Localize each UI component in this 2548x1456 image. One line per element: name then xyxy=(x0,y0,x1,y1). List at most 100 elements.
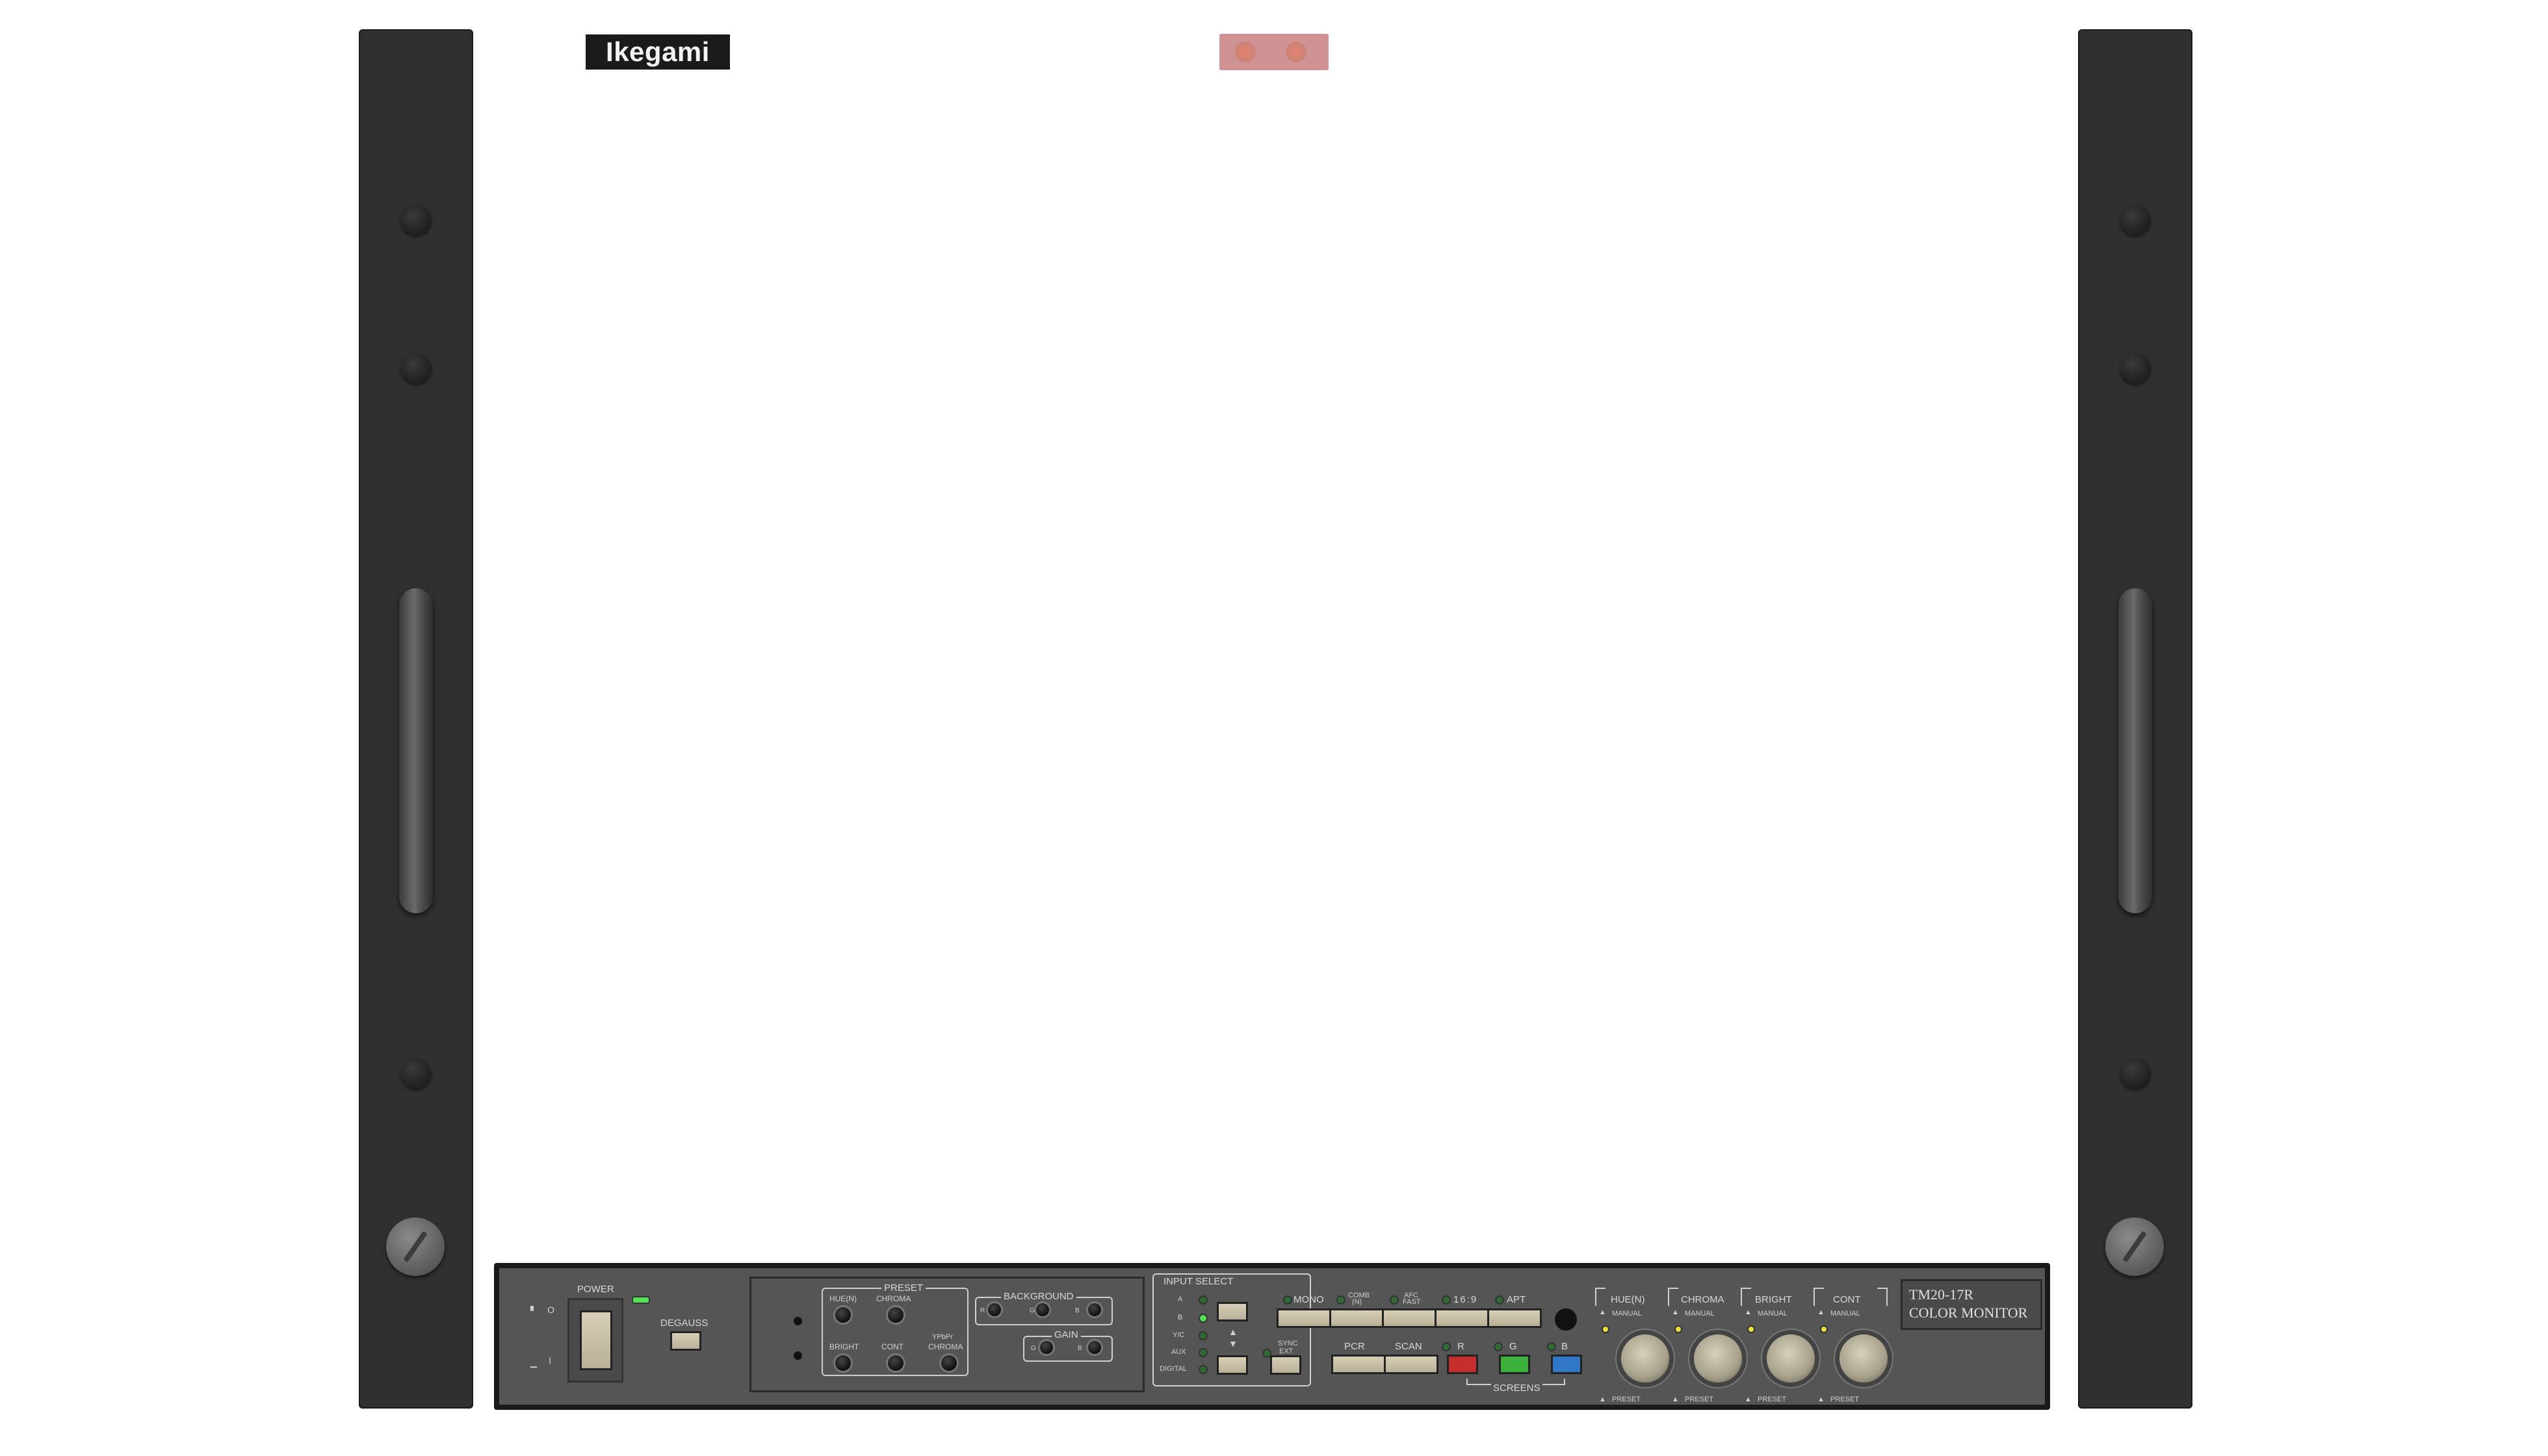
left-rack-screw xyxy=(386,1217,445,1276)
gain-b-label: B xyxy=(1078,1345,1082,1352)
manual-icon: ▲ xyxy=(1672,1308,1679,1316)
screen-g-led xyxy=(1495,1344,1502,1350)
power-switch[interactable] xyxy=(580,1310,612,1370)
model-number: TM20-17R xyxy=(1909,1286,1973,1303)
power-on-icon: ▁ xyxy=(530,1358,537,1368)
background-g-label: G xyxy=(1030,1307,1035,1314)
background-g-trim[interactable] xyxy=(1036,1303,1049,1316)
screen-r-led xyxy=(1443,1344,1450,1350)
apt-button[interactable] xyxy=(1487,1308,1542,1328)
bright-knob[interactable] xyxy=(1767,1334,1815,1383)
background-r-trim[interactable] xyxy=(988,1303,1001,1316)
tally-lamp-bar xyxy=(1219,34,1329,70)
preset-bright-label: BRIGHT xyxy=(829,1342,859,1351)
chroma-knob[interactable] xyxy=(1694,1334,1742,1383)
gain-g-trim[interactable] xyxy=(1040,1341,1053,1354)
aspect-label: 16:9 xyxy=(1453,1294,1478,1305)
bright-manual-led xyxy=(1748,1327,1754,1332)
manual-icon: ▲ xyxy=(1817,1308,1825,1316)
preset-ypbpr-chroma-label: CHROMA xyxy=(928,1342,963,1351)
hue-manual-led xyxy=(1603,1327,1608,1332)
input-led-yc xyxy=(1200,1332,1206,1339)
preset-indicator xyxy=(794,1317,802,1325)
preset-chroma-label: CHROMA xyxy=(876,1294,911,1303)
afc-fast-label: FAST xyxy=(1403,1298,1421,1306)
gain-b-trim[interactable] xyxy=(1088,1341,1101,1354)
screen-r-button[interactable] xyxy=(1447,1355,1478,1374)
power-on-symbol: I xyxy=(549,1355,551,1366)
preset-chroma-trim[interactable] xyxy=(888,1307,904,1323)
cont-manual-led xyxy=(1821,1327,1826,1332)
power-label: POWER xyxy=(577,1284,614,1295)
background-b-trim[interactable] xyxy=(1088,1303,1101,1316)
down-arrow-icon: ▼ xyxy=(1228,1338,1238,1349)
preset-hue-trim[interactable] xyxy=(835,1307,851,1323)
preset-cont-trim[interactable] xyxy=(888,1355,904,1371)
input-select-title: INPUT SELECT xyxy=(1164,1276,1234,1287)
preset-icon: ▲ xyxy=(1672,1396,1679,1403)
power-switch-housing xyxy=(567,1298,623,1383)
preset-icon: ▲ xyxy=(1599,1396,1606,1403)
preset-hue-label: HUE(N) xyxy=(829,1294,857,1303)
degauss-label: DEGAUSS xyxy=(660,1318,708,1329)
mount-hole xyxy=(400,353,432,384)
ext-label: EXT xyxy=(1279,1347,1294,1355)
hue-knob[interactable] xyxy=(1621,1334,1669,1383)
sync-ext-button[interactable] xyxy=(1270,1355,1301,1375)
power-off-icon: ▘ xyxy=(530,1306,537,1316)
input-led-digital xyxy=(1200,1366,1206,1373)
right-rack-ear xyxy=(2078,29,2192,1409)
comb-button[interactable] xyxy=(1329,1308,1384,1328)
scan-label: SCAN xyxy=(1395,1341,1422,1352)
sync-ext-led xyxy=(1264,1350,1270,1357)
cont-knob[interactable] xyxy=(1840,1334,1888,1383)
chroma-preset-label: PRESET xyxy=(1685,1396,1714,1403)
pcr-label: PCR xyxy=(1344,1341,1365,1352)
right-rack-handle[interactable] xyxy=(2118,588,2152,913)
control-panel: POWER ▘ O ▁ I DEGAUSS PRESET HUE(N) CHRO… xyxy=(494,1263,2050,1410)
aspect-button[interactable] xyxy=(1435,1308,1489,1328)
input-down-button[interactable] xyxy=(1217,1355,1248,1375)
preset-icon: ▲ xyxy=(1817,1396,1825,1403)
screen-g-button[interactable] xyxy=(1499,1355,1530,1374)
hue-preset-label: PRESET xyxy=(1612,1396,1641,1403)
power-indicator-led xyxy=(633,1297,649,1303)
knob-bracket xyxy=(1877,1288,1888,1306)
preset-icon: ▲ xyxy=(1745,1396,1752,1403)
afc-button[interactable] xyxy=(1382,1308,1436,1328)
tally-lamp xyxy=(1235,42,1256,62)
manual-icon: ▲ xyxy=(1599,1308,1606,1316)
model-description: COLOR MONITOR xyxy=(1909,1305,2028,1321)
screen-b-button[interactable] xyxy=(1551,1355,1582,1374)
pcr-button[interactable] xyxy=(1331,1355,1386,1374)
hue-manual-label: MANUAL xyxy=(1612,1310,1642,1318)
preset-bright-trim[interactable] xyxy=(835,1355,851,1371)
input-label-aux: AUX xyxy=(1171,1348,1186,1356)
preset-indicator xyxy=(794,1351,802,1360)
input-up-button[interactable] xyxy=(1217,1302,1248,1321)
model-badge: TM20-17R COLOR MONITOR xyxy=(1901,1279,2042,1330)
cont-knob-title: CONT xyxy=(1833,1294,1861,1305)
scan-button[interactable] xyxy=(1384,1355,1438,1374)
degauss-button[interactable] xyxy=(670,1331,701,1351)
apt-led xyxy=(1496,1297,1503,1303)
preset-ypbpr-chroma-trim[interactable] xyxy=(941,1355,957,1371)
background-b-label: B xyxy=(1075,1307,1080,1314)
background-title: BACKGROUND xyxy=(1001,1291,1076,1302)
up-arrow-icon: ▲ xyxy=(1228,1327,1238,1337)
input-label-a: A xyxy=(1178,1295,1183,1303)
mount-hole xyxy=(400,1058,432,1089)
cont-manual-label: MANUAL xyxy=(1830,1310,1860,1318)
chroma-manual-label: MANUAL xyxy=(1685,1310,1715,1318)
mount-hole xyxy=(2120,205,2151,236)
left-rack-handle[interactable] xyxy=(399,588,433,913)
mono-button[interactable] xyxy=(1277,1308,1331,1328)
bright-manual-label: MANUAL xyxy=(1758,1310,1788,1318)
gain-g-label: G xyxy=(1031,1345,1036,1352)
knob-bracket xyxy=(1814,1288,1824,1306)
background-r-label: R xyxy=(980,1307,985,1314)
apt-label: APT xyxy=(1507,1294,1526,1305)
apt-adjust-knob[interactable] xyxy=(1555,1308,1577,1331)
cont-preset-label: PRESET xyxy=(1830,1396,1860,1403)
preset-ypbpr-label: YPbPr xyxy=(932,1333,953,1341)
